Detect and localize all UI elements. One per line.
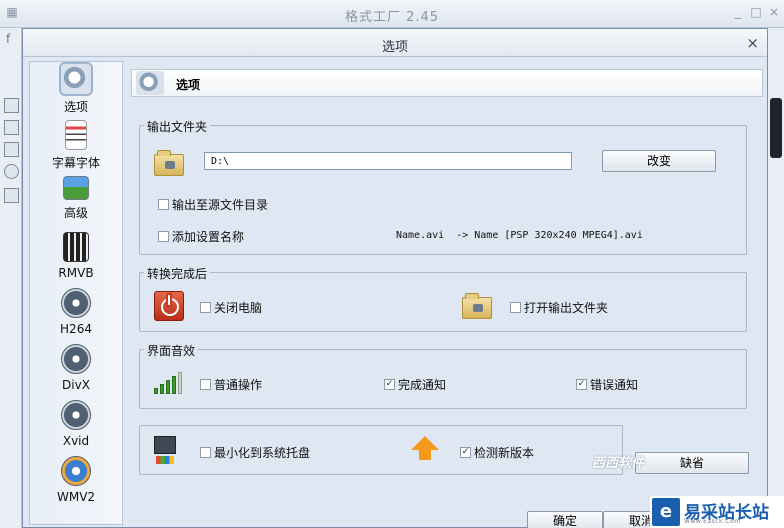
add-setting-name-checkbox[interactable]: 添加设置名称 (158, 228, 244, 245)
open-folder-icon (462, 293, 492, 319)
tool-rom-icon[interactable] (4, 164, 19, 179)
sidebar-item-rmvb[interactable]: RMVB (30, 232, 122, 286)
close-main-icon[interactable]: × (766, 5, 782, 21)
divx-icon (61, 344, 91, 374)
maximize-icon[interactable]: □ (748, 5, 764, 21)
checkbox-box-checked[interactable]: ✓ (576, 379, 587, 390)
main-window-titlebar: ▦ 格式工厂 2.45 _ □ × (0, 0, 784, 28)
name-example-text: Name.avi -> Name [PSP 320x240 MPEG4].avi (396, 230, 643, 241)
open-output-folder-checkbox[interactable]: 打开输出文件夹 (510, 299, 608, 316)
shutdown-label: 关闭电脑 (214, 301, 263, 315)
complete-notify-checkbox[interactable]: ✓ 完成通知 (384, 376, 446, 393)
ok-button[interactable]: 确定 (527, 511, 603, 528)
shutdown-checkbox[interactable]: 关闭电脑 (200, 299, 262, 316)
after-convert-group: 转换完成后 关闭电脑 打开输出文件夹 (139, 265, 747, 332)
open-output-folder-label: 打开输出文件夹 (524, 301, 609, 315)
minimize-icon[interactable]: _ (730, 5, 746, 21)
normal-operation-checkbox[interactable]: 普通操作 (200, 376, 262, 393)
main-window-title: 格式工厂 2.45 (344, 10, 440, 25)
misc-group: 最小化到系统托盘 ✓ 检测新版本 (139, 425, 623, 475)
change-folder-button[interactable]: 改变 (602, 150, 716, 172)
checkbox-box[interactable] (200, 302, 211, 313)
tool-image-icon[interactable] (4, 142, 19, 157)
checkbox-box-checked[interactable]: ✓ (384, 379, 395, 390)
checkbox-box[interactable] (158, 199, 169, 210)
sidebar-item-label: 字幕字体 (51, 156, 100, 170)
options-icon (59, 62, 93, 96)
tool-video-icon[interactable] (4, 98, 19, 113)
output-to-source-checkbox[interactable]: 输出至源文件目录 (158, 196, 268, 213)
main-right-strip (768, 28, 784, 528)
wmv2-icon (61, 456, 91, 486)
tray-icon (154, 436, 184, 466)
options-header-title: 选项 (176, 78, 201, 92)
update-arrow-icon (410, 436, 440, 462)
check-update-checkbox[interactable]: ✓ 检测新版本 (460, 444, 534, 461)
check-update-label: 检测新版本 (474, 446, 535, 460)
sidebar-item-advanced[interactable]: 高级 (30, 176, 122, 230)
sidebar-item-label: 选项 (63, 100, 88, 114)
main-left-char: f (6, 32, 11, 46)
complete-notify-label: 完成通知 (398, 378, 447, 392)
tool-advanced-icon[interactable] (4, 188, 19, 203)
sidebar-item-divx[interactable]: DivX (30, 344, 122, 398)
sidebar-item-xvid[interactable]: Xvid (30, 400, 122, 454)
output-path-field[interactable]: D:\ (204, 152, 572, 170)
sound-group-title: 界面音效 (144, 342, 199, 359)
sidebar-item-label: H264 (60, 322, 92, 336)
after-convert-group-title: 转换完成后 (144, 265, 211, 282)
logo-subtext: Www.Easck.Com (684, 518, 741, 525)
options-header: 选项 (131, 69, 763, 97)
error-notify-label: 错误通知 (590, 378, 639, 392)
sidebar-item-label: Xvid (62, 434, 90, 448)
dialog-titlebar: 选项 × (23, 29, 767, 57)
options-header-icon (136, 71, 164, 95)
rmvb-icon (63, 232, 89, 262)
dialog-title: 选项 (381, 40, 408, 55)
sidebar-item-h264[interactable]: H264 (30, 288, 122, 342)
checkbox-box[interactable] (200, 379, 211, 390)
sidebar-item-label: RMVB (58, 266, 94, 280)
minimize-tray-label: 最小化到系统托盘 (214, 446, 311, 460)
device-icon (770, 98, 782, 158)
options-dialog: 选项 × 选项 字幕字体 高级 RMVB H264 DivX Xvid WMV2… (22, 28, 768, 528)
power-icon (154, 291, 184, 321)
watermark-text: 西西软件 (592, 456, 645, 471)
output-folder-group: 输出文件夹 D:\ 改变 输出至源文件目录 添加设置名称 Name.avi ->… (139, 118, 747, 255)
options-sidebar: 选项 字幕字体 高级 RMVB H264 DivX Xvid WMV2 (29, 61, 123, 525)
default-button[interactable]: 缺省 (635, 452, 749, 474)
volume-icon (154, 372, 184, 394)
sidebar-item-label: 高级 (63, 206, 88, 220)
checkbox-box-checked[interactable]: ✓ (460, 447, 471, 458)
site-logo: e 易采站长站 Www.Easck.Com (650, 496, 784, 528)
sidebar-item-label: WMV2 (56, 490, 96, 504)
checkbox-box[interactable] (200, 447, 211, 458)
main-left-toolbar: f (0, 28, 22, 528)
folder-icon (154, 150, 184, 176)
h264-icon (61, 288, 91, 318)
minimize-tray-checkbox[interactable]: 最小化到系统托盘 (200, 444, 310, 461)
close-icon[interactable]: × (746, 34, 759, 52)
add-setting-name-label: 添加设置名称 (172, 230, 245, 244)
checkbox-box[interactable] (158, 231, 169, 242)
error-notify-checkbox[interactable]: ✓ 错误通知 (576, 376, 638, 393)
output-to-source-label: 输出至源文件目录 (172, 198, 269, 212)
checkbox-box[interactable] (510, 302, 521, 313)
output-folder-group-title: 输出文件夹 (144, 118, 211, 135)
sidebar-item-subtitle-font[interactable]: 字幕字体 (30, 120, 122, 174)
sidebar-item-label: DivX (62, 378, 90, 392)
subtitle-font-icon (65, 120, 87, 150)
logo-mark-icon: e (652, 498, 680, 526)
normal-operation-label: 普通操作 (214, 378, 263, 392)
tool-audio-icon[interactable] (4, 120, 19, 135)
advanced-icon (63, 176, 89, 200)
sidebar-item-wmv2[interactable]: WMV2 (30, 456, 122, 510)
xvid-icon (61, 400, 91, 430)
sound-group: 界面音效 普通操作 ✓ 完成通知 ✓ 错误通知 (139, 342, 747, 409)
sidebar-item-options[interactable]: 选项 (30, 62, 122, 118)
